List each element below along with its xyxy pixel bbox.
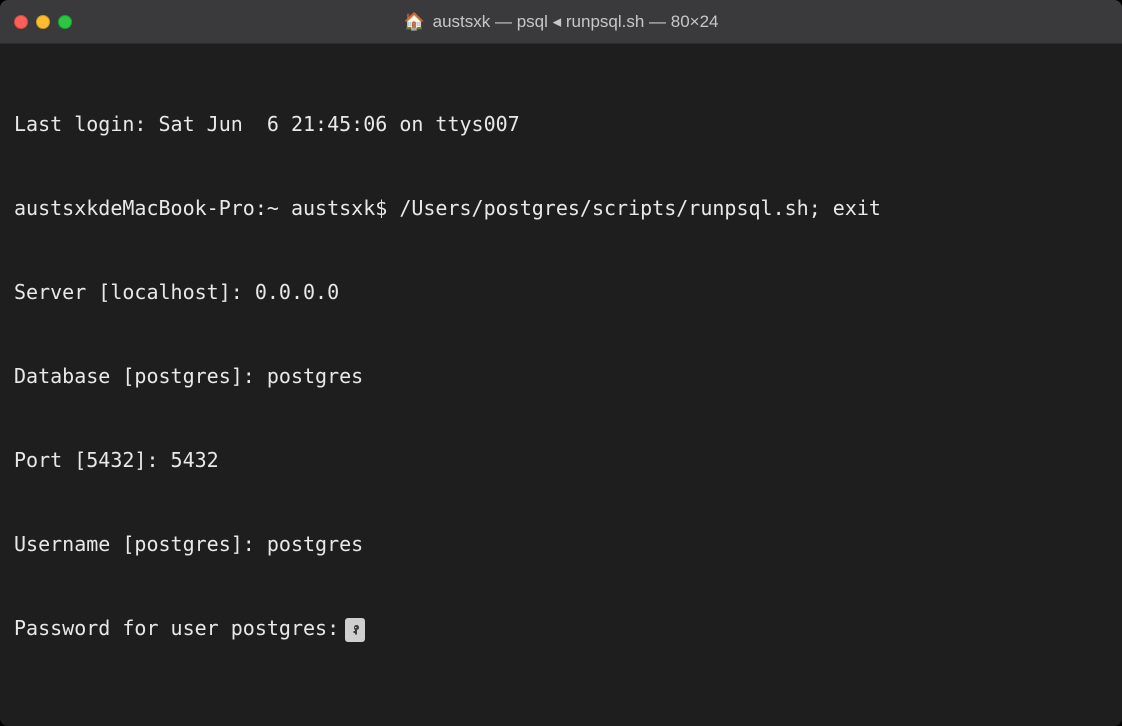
terminal-password-line: Password for user postgres: <box>14 614 1108 642</box>
title-bar[interactable]: 🏠 austsxk — psql ◂ runpsql.sh — 80×24 <box>0 0 1122 44</box>
key-icon <box>345 618 365 642</box>
window-title-wrap: 🏠 austsxk — psql ◂ runpsql.sh — 80×24 <box>0 12 1122 32</box>
terminal-line: austsxkdeMacBook-Pro:~ austsxk$ /Users/p… <box>14 194 1108 222</box>
home-icon: 🏠 <box>403 13 424 30</box>
window-title: austsxk — psql ◂ runpsql.sh — 80×24 <box>433 12 719 32</box>
terminal-window: 🏠 austsxk — psql ◂ runpsql.sh — 80×24 La… <box>0 0 1122 726</box>
terminal-body[interactable]: Last login: Sat Jun 6 21:45:06 on ttys00… <box>0 44 1122 726</box>
minimize-button[interactable] <box>36 15 50 29</box>
traffic-lights <box>14 15 72 29</box>
password-prompt-text: Password for user postgres: <box>14 616 339 640</box>
terminal-line: Database [postgres]: postgres <box>14 362 1108 390</box>
terminal-line: Server [localhost]: 0.0.0.0 <box>14 278 1108 306</box>
terminal-line: Last login: Sat Jun 6 21:45:06 on ttys00… <box>14 110 1108 138</box>
close-button[interactable] <box>14 15 28 29</box>
terminal-line: Username [postgres]: postgres <box>14 530 1108 558</box>
maximize-button[interactable] <box>58 15 72 29</box>
terminal-line: Port [5432]: 5432 <box>14 446 1108 474</box>
